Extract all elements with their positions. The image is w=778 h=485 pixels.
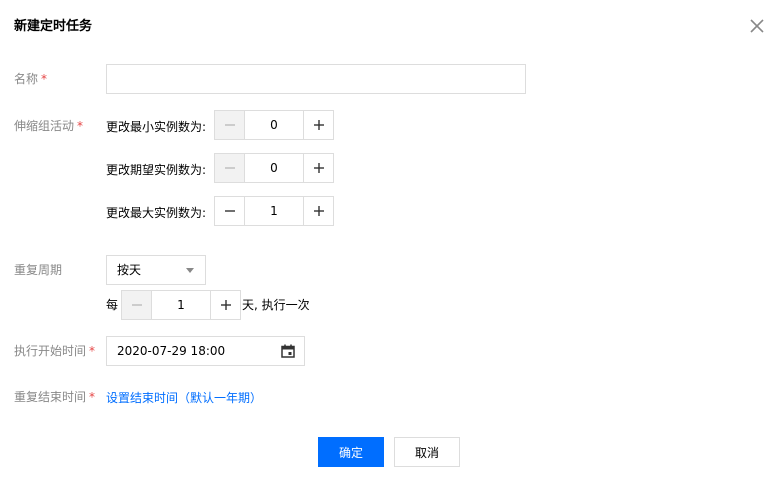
close-icon[interactable] [749, 18, 765, 34]
min-instances-value[interactable]: 0 [245, 111, 303, 139]
required-mark: * [89, 344, 96, 358]
max-instances-stepper: 1 [214, 196, 334, 226]
min-instances-label: 更改最小实例数为: [106, 120, 207, 134]
repeat-cycle-select[interactable]: 按天 [106, 255, 206, 285]
plus-icon [313, 163, 324, 173]
desired-instances-stepper: 0 [214, 153, 334, 183]
every-suffix: 天, 执行一次 [242, 298, 310, 312]
scaling-activity-label: 伸缩组活动 * [14, 117, 83, 135]
end-time-label: 重复结束时间 * [14, 388, 95, 406]
required-mark: * [41, 72, 48, 86]
plus-icon [220, 300, 231, 310]
desired-instances-increment-button[interactable] [303, 154, 333, 182]
minus-icon [224, 167, 235, 169]
name-input[interactable] [106, 64, 526, 94]
caret-down-icon [186, 268, 194, 273]
max-instances-label: 更改最大实例数为: [106, 206, 207, 220]
required-mark: * [77, 119, 84, 133]
minus-icon [224, 210, 235, 212]
repeat-cycle-label: 重复周期 [14, 263, 63, 277]
repeat-interval-stepper: 1 [121, 290, 241, 320]
max-instances-decrement-button[interactable] [215, 197, 245, 225]
desired-instances-label: 更改期望实例数为: [106, 163, 207, 177]
every-prefix: 每 [106, 298, 119, 312]
desired-instances-decrement-button[interactable] [215, 154, 245, 182]
calendar-icon[interactable] [281, 344, 295, 358]
name-label: 名称 * [14, 70, 47, 88]
set-end-time-link[interactable]: 设置结束时间（默认一年期） [106, 389, 262, 407]
repeat-interval-decrement-button[interactable] [122, 291, 152, 319]
minus-icon [131, 304, 142, 306]
max-instances-increment-button[interactable] [303, 197, 333, 225]
start-time-label-text: 执行开始时间 [14, 344, 87, 358]
start-time-label: 执行开始时间 * [14, 342, 95, 360]
desired-instances-value[interactable]: 0 [245, 154, 303, 182]
plus-icon [313, 120, 324, 130]
required-mark: * [89, 390, 96, 404]
min-instances-decrement-button[interactable] [215, 111, 245, 139]
repeat-interval-increment-button[interactable] [210, 291, 240, 319]
repeat-cycle-selected: 按天 [117, 263, 142, 277]
plus-icon [313, 206, 324, 216]
create-scheduled-task-dialog: 新建定时任务 名称 * 伸缩组活动 * 更改最小实例数为: 0 更改期望实例数为: … [0, 0, 778, 485]
dialog-title: 新建定时任务 [14, 19, 93, 34]
start-time-picker[interactable]: 2020-07-29 18:00 [106, 336, 305, 366]
name-label-text: 名称 [14, 72, 39, 86]
start-time-value: 2020-07-29 18:00 [117, 344, 226, 358]
scaling-activity-label-text: 伸缩组活动 [14, 119, 75, 133]
confirm-button[interactable]: 确定 [318, 437, 384, 467]
min-instances-stepper: 0 [214, 110, 334, 140]
max-instances-value[interactable]: 1 [245, 197, 303, 225]
min-instances-increment-button[interactable] [303, 111, 333, 139]
repeat-interval-value[interactable]: 1 [152, 291, 210, 319]
cancel-button[interactable]: 取消 [394, 437, 460, 467]
end-time-label-text: 重复结束时间 [14, 390, 87, 404]
minus-icon [224, 124, 235, 126]
